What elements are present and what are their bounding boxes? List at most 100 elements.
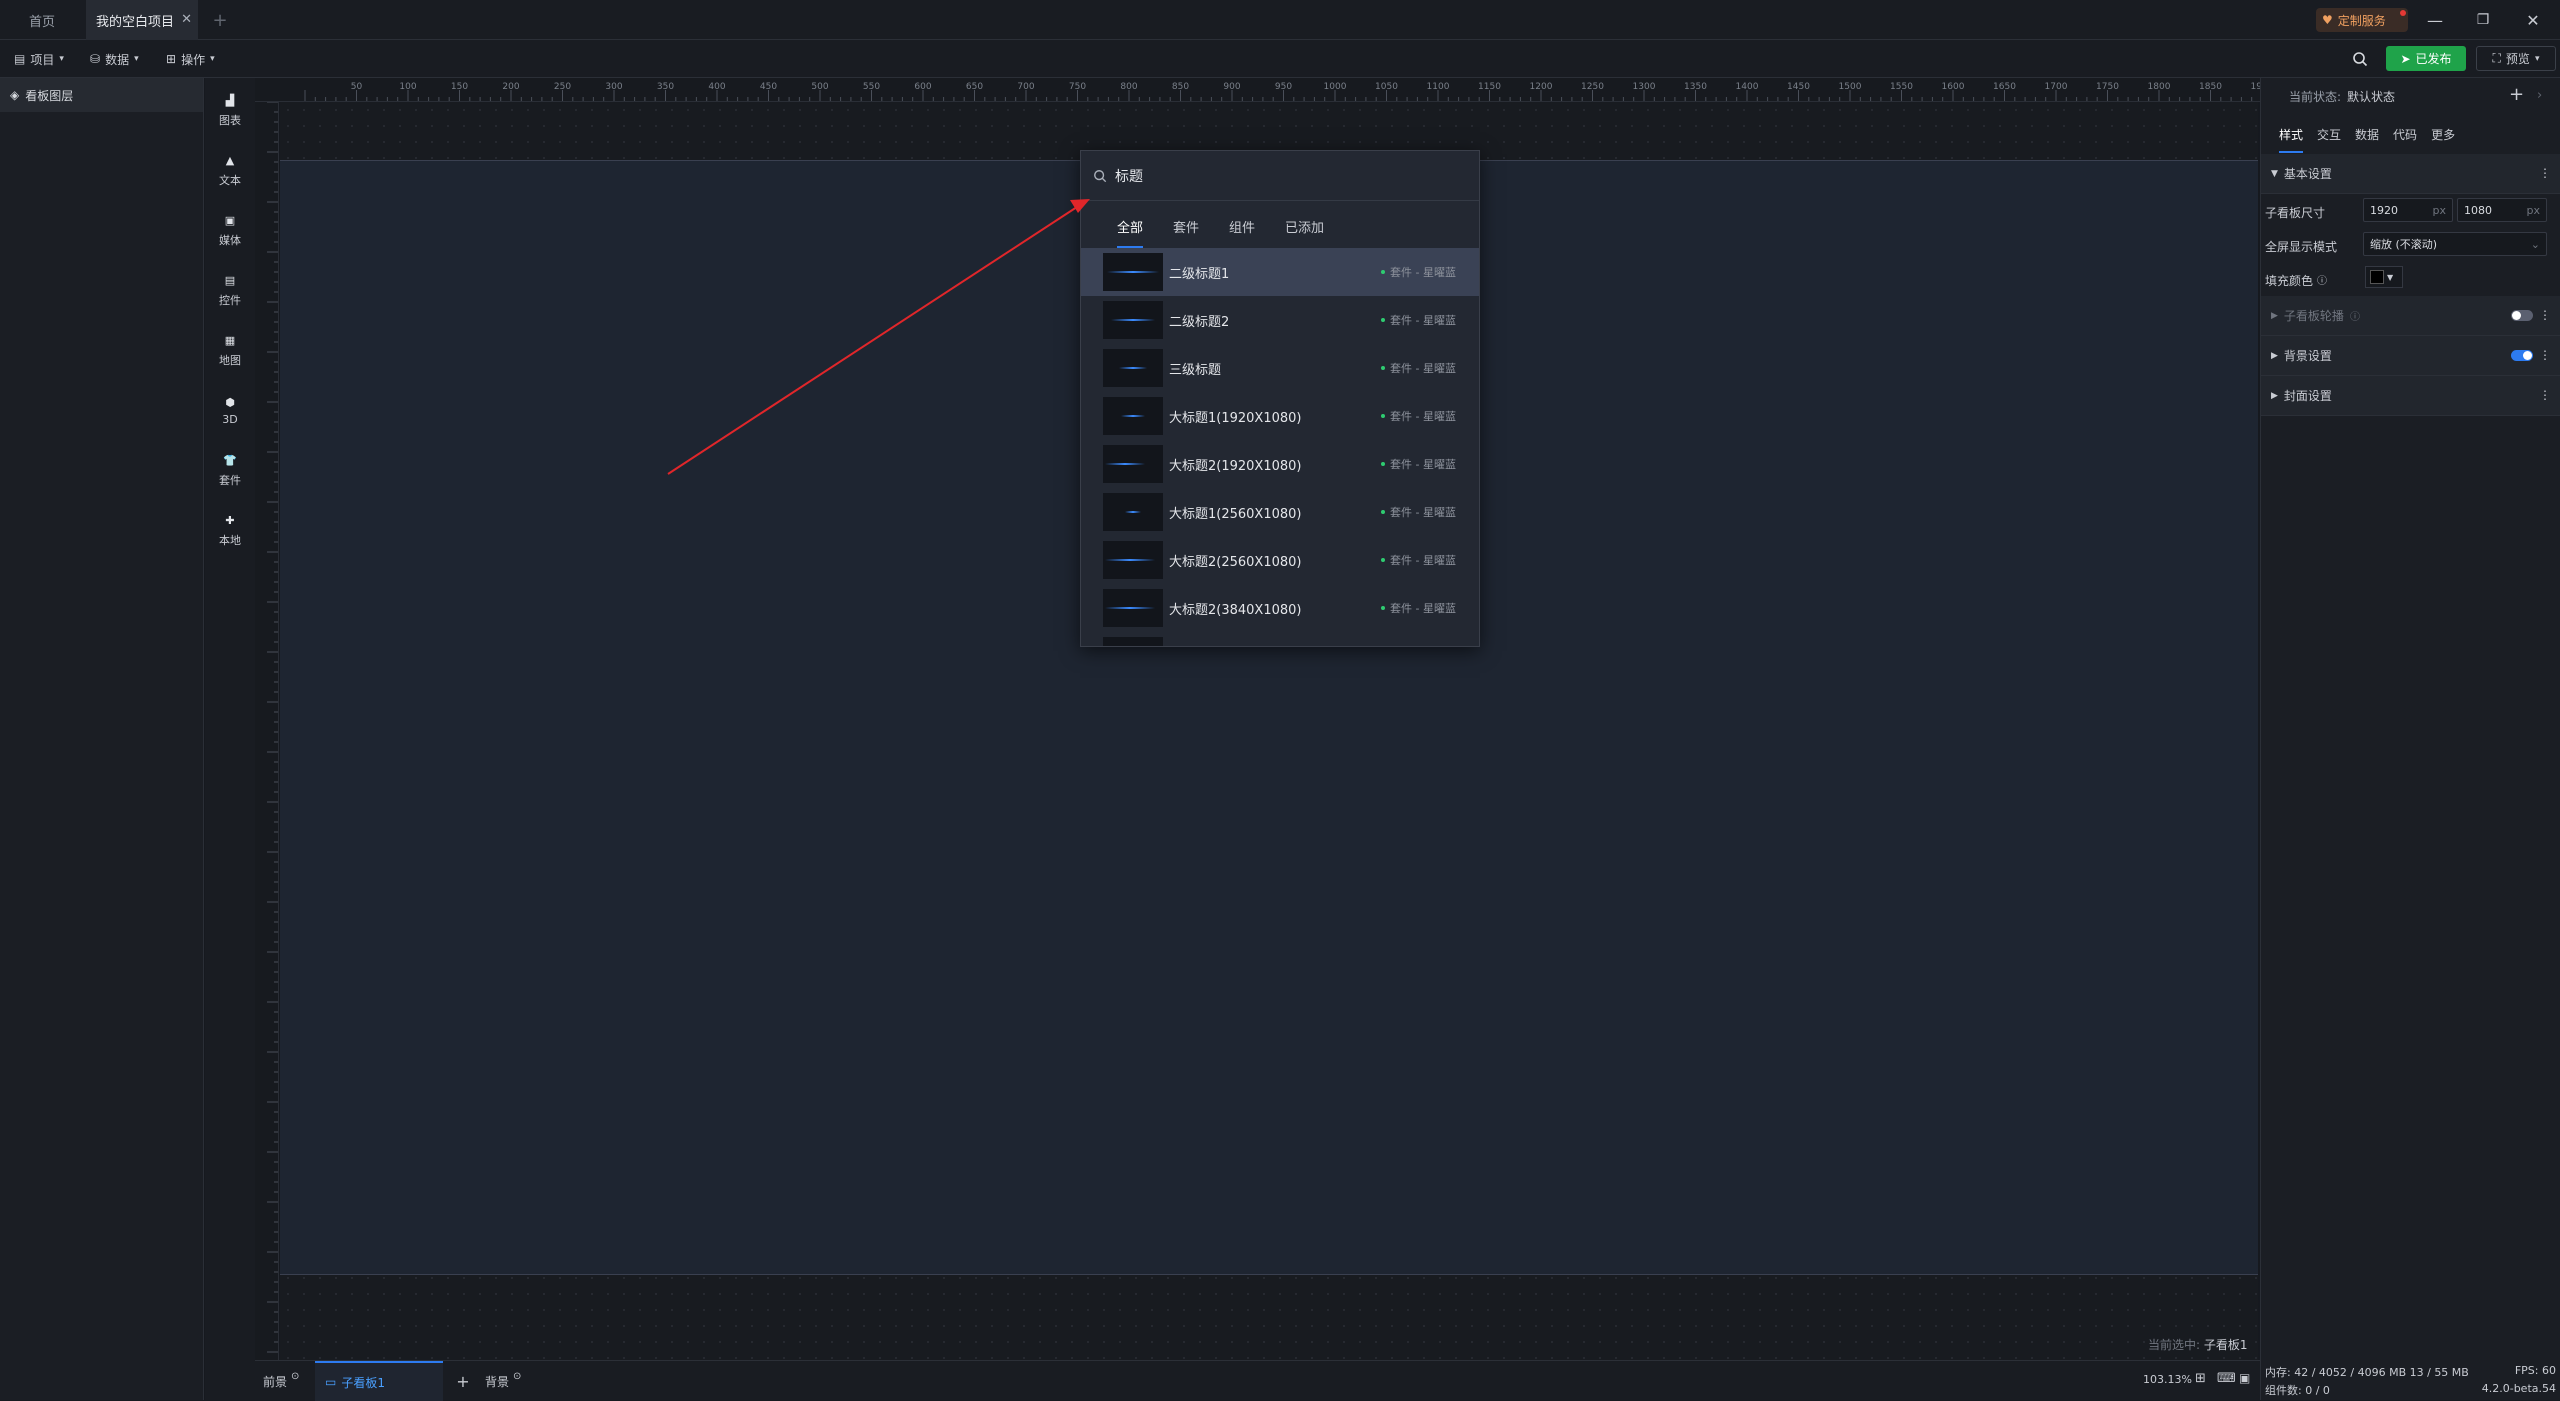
tab-project[interactable]: 我的空白项目 ✕	[86, 0, 198, 40]
section-cover[interactable]: ▶ 封面设置 ⋮	[2261, 376, 2560, 416]
width-field[interactable]: 1920 px	[2363, 198, 2453, 222]
popup-tab-suite[interactable]: 套件	[1173, 217, 1199, 248]
item-tag-text: 套件 - 星曜蓝	[1390, 362, 1456, 375]
menu-project[interactable]: ▤ 项目 ▾	[14, 48, 64, 70]
caret-right-icon: ▶	[2271, 350, 2278, 361]
section-basic[interactable]: ▼ 基本设置 ⋮	[2261, 154, 2560, 194]
tool-chart[interactable]: ▟ 图表	[205, 82, 255, 138]
menu-project-label: 项目	[30, 52, 55, 67]
layer-panel-header[interactable]: ◈ 看板图层	[0, 78, 203, 112]
text-icon: ▲	[225, 154, 235, 167]
ruler-tick-label: 1050	[1375, 82, 1398, 92]
tab-interaction[interactable]: 交互	[2317, 126, 2341, 153]
fill-label: 填充颜色	[2265, 274, 2314, 288]
fill-color-picker[interactable]: ▼	[2365, 266, 2403, 288]
background-toggle[interactable]	[2511, 350, 2533, 361]
restore-button[interactable]: ❐	[2460, 0, 2506, 40]
section-carousel[interactable]: ▶ 子看板轮播 ⓘ ⋮	[2261, 296, 2560, 336]
add-state-icon[interactable]: +	[2509, 84, 2524, 105]
search-icon	[1094, 169, 1107, 182]
current-state-label: 当前状态:	[2289, 90, 2342, 104]
list-item[interactable]: 三级标题 套件 - 星曜蓝	[1081, 344, 1479, 392]
list-item[interactable]	[1081, 632, 1479, 646]
list-item[interactable]: 二级标题1 套件 - 星曜蓝	[1081, 248, 1479, 296]
more-icon[interactable]: ⋮	[2539, 388, 2551, 402]
carousel-toggle[interactable]	[2511, 310, 2533, 321]
ruler-tick-label: 850	[1172, 82, 1189, 92]
tab-data[interactable]: 数据	[2355, 126, 2379, 153]
tab-style[interactable]: 样式	[2279, 126, 2304, 153]
search-button[interactable]	[2348, 48, 2372, 70]
search-icon	[2353, 52, 2368, 67]
menu-operate-label: 操作	[181, 52, 206, 67]
send-icon: ➤	[2400, 51, 2411, 66]
terminal-icon[interactable]: ▣	[2239, 1371, 2250, 1385]
list-item[interactable]: 大标题1(1920X1080) 套件 - 星曜蓝	[1081, 392, 1479, 440]
height-value: 1080	[2464, 203, 2492, 217]
puzzle-icon: ✚	[225, 514, 235, 527]
published-label: 已发布	[2415, 52, 2452, 66]
list-item[interactable]: 大标题2(2560X1080) 套件 - 星曜蓝	[1081, 536, 1479, 584]
tab-foreground[interactable]: 前景 ⊙	[263, 1361, 299, 1401]
section-background[interactable]: ▶ 背景设置 ⋮	[2261, 336, 2560, 376]
tab-background[interactable]: 背景 ⊙	[485, 1361, 521, 1401]
add-board-button[interactable]: +	[451, 1361, 475, 1401]
menu-data[interactable]: ⛁ 数据 ▾	[90, 48, 139, 70]
tool-map[interactable]: ▦ 地图	[205, 322, 255, 378]
popup-search-input[interactable]: 标题	[1081, 151, 1479, 201]
more-icon[interactable]: ⋮	[2539, 348, 2551, 362]
bar-chart-icon: ▟	[225, 94, 235, 107]
item-thumbnail	[1103, 445, 1163, 483]
add-tab-button[interactable]: +	[208, 0, 232, 40]
preview-button[interactable]: ⛶ 预览 ▾	[2476, 46, 2556, 71]
popup-tab-all[interactable]: 全部	[1117, 217, 1144, 248]
chevron-right-icon[interactable]: ›	[2537, 88, 2542, 103]
fullscreen-select[interactable]: 缩放 (不滚动) ⌄	[2363, 232, 2547, 256]
tab-home[interactable]: 首页	[0, 0, 84, 40]
section-background-label: 背景设置	[2283, 349, 2332, 363]
ruler-tick-label: 1400	[1736, 82, 1759, 92]
minimize-button[interactable]: —	[2412, 0, 2458, 40]
tool-local[interactable]: ✚ 本地	[205, 502, 255, 558]
more-icon[interactable]: ⋮	[2539, 166, 2551, 180]
tab-more[interactable]: 更多	[2431, 126, 2455, 153]
published-button[interactable]: ➤ 已发布	[2386, 46, 2466, 71]
list-item[interactable]: 大标题2(1920X1080) 套件 - 星曜蓝	[1081, 440, 1479, 488]
height-field[interactable]: 1080 px	[2457, 198, 2547, 222]
close-window-button[interactable]: ✕	[2510, 0, 2556, 40]
custom-service-button[interactable]: ♥ 定制服务	[2316, 8, 2408, 32]
tool-control[interactable]: ▤ 控件	[205, 262, 255, 318]
list-item[interactable]: 大标题1(2560X1080) 套件 - 星曜蓝	[1081, 488, 1479, 536]
ruler-tick-label: 1350	[1684, 82, 1707, 92]
ruler-tick-label: 1200	[1530, 82, 1553, 92]
item-tag: 套件 - 星曜蓝	[1381, 408, 1456, 424]
chevron-down-icon: ▾	[210, 54, 215, 64]
tool-media[interactable]: ▣ 媒体	[205, 202, 255, 258]
fit-icon[interactable]: ⊞	[2195, 1371, 2206, 1386]
item-name: 三级标题	[1169, 363, 1222, 378]
popup-tab-added[interactable]: 已添加	[1285, 217, 1324, 248]
tool-text[interactable]: ▲ 文本	[205, 142, 255, 198]
tab-sub-board[interactable]: ▭ 子看板1	[315, 1361, 443, 1401]
list-item[interactable]: 二级标题2 套件 - 星曜蓝	[1081, 296, 1479, 344]
list-item[interactable]: 大标题2(3840X1080) 套件 - 星曜蓝	[1081, 584, 1479, 632]
item-name: 大标题2(2560X1080)	[1169, 555, 1302, 570]
menu-operate[interactable]: ⊞ 操作 ▾	[166, 48, 215, 70]
ruler-tick-label: 1100	[1427, 82, 1450, 92]
toggle-knob	[2512, 311, 2521, 320]
layers-icon: ◈	[10, 88, 20, 102]
component-toolbar: ▟ 图表 ▲ 文本 ▣ 媒体 ▤ 控件 ▦ 地图 ⬢ 3D 👕 套件 ✚ 本地	[205, 78, 255, 1400]
zoom-level[interactable]: 103.13%	[2143, 1373, 2192, 1386]
tab-code[interactable]: 代码	[2393, 126, 2417, 153]
restore-icon: ❐	[2476, 12, 2490, 28]
caret-right-icon: ▶	[2271, 310, 2278, 321]
popup-tab-component[interactable]: 组件	[1229, 217, 1255, 248]
more-icon[interactable]: ⋮	[2539, 308, 2551, 322]
tool-suite[interactable]: 👕 套件	[205, 442, 255, 498]
caret-down-icon: ▼	[2271, 168, 2278, 179]
close-tab-icon[interactable]: ✕	[181, 12, 192, 27]
keyboard-icon[interactable]: ⌨	[2217, 1371, 2236, 1386]
bottom-bar: 前景 ⊙ ▭ 子看板1 + 背景 ⊙ 103.13% ⊞ ⌨ ▣	[255, 1360, 2260, 1401]
current-state-value: 默认状态	[2347, 90, 2396, 104]
tool-3d[interactable]: ⬢ 3D	[205, 382, 255, 438]
